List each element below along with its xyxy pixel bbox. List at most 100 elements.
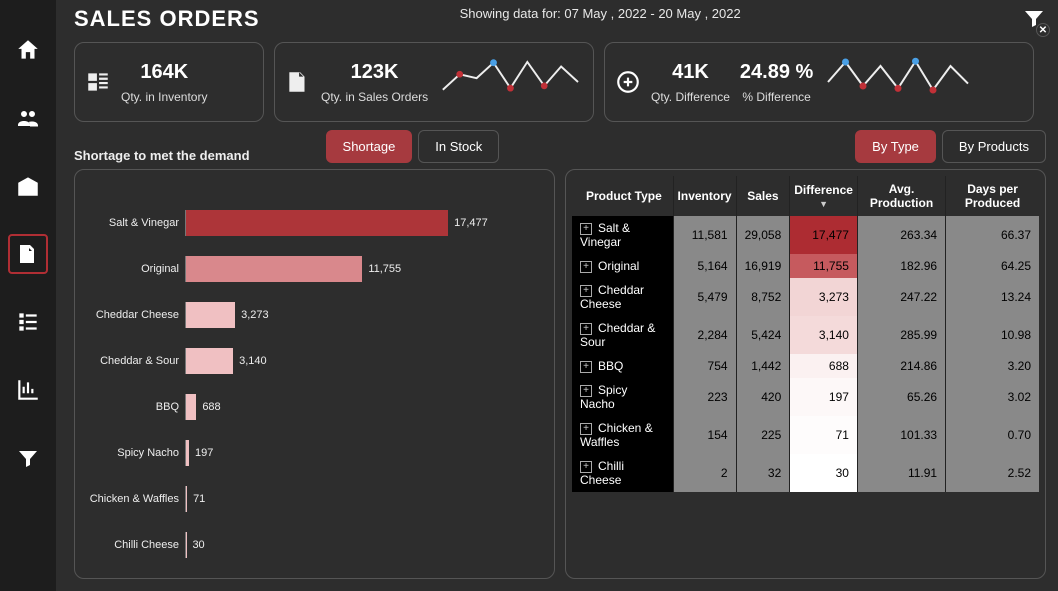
bar-value-label: 3,140 <box>233 355 267 367</box>
nav-analytics[interactable] <box>8 370 48 410</box>
cell-avgprod: 285.99 <box>857 316 945 354</box>
product-table-panel: Product Type Inventory Sales Difference … <box>565 169 1046 579</box>
bar-category-label: Chilli Cheese <box>85 539 185 551</box>
filter-reset-button[interactable]: ✕ <box>1022 6 1046 35</box>
bar-track: 71 <box>185 486 544 512</box>
cell-sales: 5,424 <box>736 316 790 354</box>
cell-sales: 225 <box>736 416 790 454</box>
table-row[interactable]: +Original5,16416,91911,755182.9664.25 <box>572 254 1039 278</box>
kpi-sales-value: 123K <box>321 61 428 84</box>
bar-category-label: Cheddar Cheese <box>85 309 185 321</box>
product-table: Product Type Inventory Sales Difference … <box>572 176 1039 492</box>
cell-inventory: 154 <box>673 416 736 454</box>
col-difference[interactable]: Difference ▼ <box>790 176 858 216</box>
bar-value-label: 17,477 <box>448 217 488 229</box>
nav-sales-orders[interactable] <box>8 234 48 274</box>
tab-by-type[interactable]: By Type <box>855 130 936 163</box>
cell-product: BBQ <box>598 359 623 373</box>
expand-icon[interactable]: + <box>580 223 592 235</box>
cell-sales: 420 <box>736 378 790 416</box>
cell-avgprod: 182.96 <box>857 254 945 278</box>
cell-avgprod: 214.86 <box>857 354 945 378</box>
expand-icon[interactable]: + <box>580 285 592 297</box>
bar-track: 3,140 <box>185 348 544 374</box>
table-row[interactable]: +Spicy Nacho22342019765.263.02 <box>572 378 1039 416</box>
cell-daysper: 0.70 <box>946 416 1039 454</box>
expand-icon[interactable]: + <box>580 423 592 435</box>
kpi-sales-card: 123K Qty. in Sales Orders <box>274 42 594 122</box>
bar-row: Cheddar Cheese 3,273 <box>85 292 544 338</box>
sparkline-diff <box>823 52 973 112</box>
cell-daysper: 10.98 <box>946 316 1039 354</box>
cell-difference: 17,477 <box>790 216 858 254</box>
bar[interactable] <box>186 302 235 328</box>
table-row[interactable]: +Salt & Vinegar11,58129,05817,477263.346… <box>572 216 1039 254</box>
bar[interactable] <box>186 256 362 282</box>
bar-value-label: 688 <box>196 401 220 413</box>
bar-category-label: BBQ <box>85 401 185 413</box>
cell-avgprod: 65.26 <box>857 378 945 416</box>
cell-avgprod: 11.91 <box>857 454 945 492</box>
toggle-shortage-instock: Shortage In Stock <box>326 130 500 163</box>
expand-icon[interactable]: + <box>580 461 592 473</box>
shortage-bar-chart: Salt & Vinegar17,477Original11,755Chedda… <box>74 169 555 579</box>
bar-value-label: 3,273 <box>235 309 269 321</box>
cell-inventory: 5,164 <box>673 254 736 278</box>
col-product[interactable]: Product Type <box>572 176 673 216</box>
expand-icon[interactable]: + <box>580 385 592 397</box>
bar-value-label: 197 <box>189 447 213 459</box>
bar-track: 17,477 <box>185 210 544 236</box>
tab-by-products[interactable]: By Products <box>942 130 1046 163</box>
bar[interactable] <box>186 394 196 420</box>
table-row[interactable]: +BBQ7541,442688214.863.20 <box>572 354 1039 378</box>
expand-icon[interactable]: + <box>580 361 592 373</box>
kpi-pct-label: % Difference <box>740 90 813 104</box>
kpi-pct-value: 24.89 % <box>740 61 813 84</box>
cell-daysper: 2.52 <box>946 454 1039 492</box>
bar-value-label: 30 <box>186 539 204 551</box>
bar-row: Cheddar & Sour 3,140 <box>85 338 544 384</box>
nav-warehouse[interactable] <box>8 166 48 206</box>
table-row[interactable]: +Chicken & Waffles15422571101.330.70 <box>572 416 1039 454</box>
cell-daysper: 13.24 <box>946 278 1039 316</box>
nav-users[interactable] <box>8 98 48 138</box>
shortage-section-title: Shortage to met the demand <box>74 148 250 163</box>
cell-difference: 11,755 <box>790 254 858 278</box>
table-row[interactable]: +Chilli Cheese2323011.912.52 <box>572 454 1039 492</box>
bar-row: Chilli Cheese30 <box>85 522 544 568</box>
page-title: SALES ORDERS <box>74 6 260 32</box>
cell-avgprod: 101.33 <box>857 416 945 454</box>
tab-shortage[interactable]: Shortage <box>326 130 413 163</box>
kpi-sales-label: Qty. in Sales Orders <box>321 90 428 104</box>
cell-inventory: 754 <box>673 354 736 378</box>
cell-difference: 3,140 <box>790 316 858 354</box>
nav-home[interactable] <box>8 30 48 70</box>
bar-category-label: Spicy Nacho <box>85 447 185 459</box>
cell-daysper: 3.20 <box>946 354 1039 378</box>
col-difference-label: Difference <box>794 183 853 197</box>
expand-icon[interactable]: + <box>580 261 592 273</box>
sparkline-sales <box>438 52 583 112</box>
bar-track: 11,755 <box>185 256 544 282</box>
cell-inventory: 2 <box>673 454 736 492</box>
col-inventory[interactable]: Inventory <box>673 176 736 216</box>
close-icon: ✕ <box>1036 23 1050 37</box>
bar[interactable] <box>186 210 448 236</box>
kpi-cards: 164K Qty. in Inventory 123K Qty. in Sale… <box>74 42 1046 122</box>
cell-sales: 8,752 <box>736 278 790 316</box>
nav-checklist[interactable] <box>8 302 48 342</box>
cell-daysper: 64.25 <box>946 254 1039 278</box>
tab-instock[interactable]: In Stock <box>418 130 499 163</box>
col-daysper[interactable]: Days per Produced <box>946 176 1039 216</box>
bar[interactable] <box>186 348 233 374</box>
col-avgprod[interactable]: Avg. Production <box>857 176 945 216</box>
col-sales[interactable]: Sales <box>736 176 790 216</box>
table-row[interactable]: +Cheddar & Sour2,2845,4243,140285.9910.9… <box>572 316 1039 354</box>
expand-icon[interactable]: + <box>580 323 592 335</box>
cell-difference: 30 <box>790 454 858 492</box>
bar-category-label: Chicken & Waffles <box>85 493 185 505</box>
bar-track: 197 <box>185 440 544 466</box>
bar-category-label: Cheddar & Sour <box>85 355 185 367</box>
table-row[interactable]: +Cheddar Cheese5,4798,7523,273247.2213.2… <box>572 278 1039 316</box>
nav-filter[interactable] <box>8 438 48 478</box>
